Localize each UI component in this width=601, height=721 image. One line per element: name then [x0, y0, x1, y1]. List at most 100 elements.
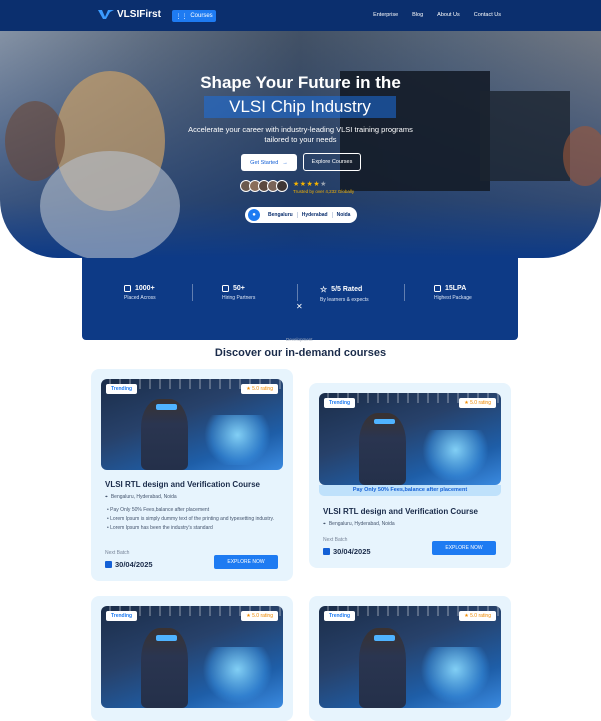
arrow-right-icon: →: [282, 159, 288, 166]
nav-link-enterprise[interactable]: Enterprise: [373, 12, 398, 18]
rating-stars: ★★★★★: [293, 180, 327, 188]
next-batch-label: Next Batch: [323, 537, 348, 543]
calendar-icon: [105, 561, 112, 568]
stat-value: 50+: [233, 285, 245, 292]
course-card[interactable]: Trending ★ 5.0 rating: [309, 596, 511, 721]
get-started-label: Get Started: [250, 159, 279, 166]
rating-text: 5.0 rating: [252, 613, 273, 619]
course-bullets: Pay Only 50% Fees,balance after placemen…: [107, 506, 277, 533]
rating-text: 5.0 rating: [470, 613, 491, 619]
next-batch-label: Next Batch: [105, 550, 130, 556]
location-bengaluru[interactable]: Bengaluru: [264, 212, 298, 218]
tools-icon: ✕: [296, 302, 303, 311]
rating-text: 5.0 rating: [252, 386, 273, 392]
hero-title-highlight: VLSI Chip Industry: [204, 96, 396, 118]
divider: [404, 284, 405, 301]
course-image: Trending ★ 5.0 rating: [101, 379, 283, 470]
location-pin-icon: ⌖: [323, 521, 326, 527]
rating-badge: ★ 5.0 rating: [459, 611, 496, 621]
rating-badge: ★ 5.0 rating: [241, 384, 278, 394]
nav-link-blog[interactable]: Blog: [412, 12, 423, 18]
explore-now-button[interactable]: EXPLORE NOW: [432, 541, 496, 555]
learner-avatars: [240, 180, 288, 192]
course-image: Trending ★ 5.0 rating: [101, 606, 283, 708]
course-card[interactable]: Trending ★ 5.0 rating Pay Only 50% Fees,…: [309, 383, 511, 568]
promo-banner: Pay Only 50% Fees,balance after placemen…: [319, 485, 501, 496]
get-started-button[interactable]: Get Started →: [241, 154, 297, 171]
stat-package: 15LPA Highest Package: [434, 285, 472, 301]
stat-value: 15LPA: [445, 285, 467, 292]
next-batch-date-text: 30/04/2025: [333, 547, 371, 556]
calendar-icon: [323, 548, 330, 555]
trusted-text: Trusted by over 4,232 Globally: [293, 189, 355, 194]
briefcase-icon: [124, 285, 131, 292]
vr-visor: [373, 418, 396, 425]
location-pin-icon: ⌖: [105, 494, 108, 500]
course-title[interactable]: VLSI RTL design and Verification Course: [323, 507, 478, 516]
hero-section: Shape Your Future in the VLSI Chip Indus…: [0, 31, 601, 258]
course-title[interactable]: VLSI RTL design and Verification Course: [105, 480, 260, 489]
course-locations: ⌖ Bengaluru, Hyderabad, Noida: [105, 494, 177, 500]
next-batch-date-text: 30/04/2025: [115, 560, 153, 569]
hologram-machine: [419, 646, 492, 703]
rating-text: 5.0 rating: [470, 400, 491, 406]
course-locations: ⌖ Bengaluru, Hyderabad, Noida: [323, 521, 395, 527]
handshake-icon: [222, 285, 229, 292]
courses-section-title: Discover our in-demand courses: [214, 347, 387, 359]
hologram-machine: [419, 429, 492, 481]
vr-visor: [155, 634, 178, 641]
logo[interactable]: VLSIFirst: [98, 9, 161, 20]
star-icon: ★★★★: [293, 181, 321, 188]
rating-badge: ★ 5.0 rating: [459, 398, 496, 408]
nav-link-about[interactable]: About Us: [437, 12, 460, 18]
course-card[interactable]: Trending ★ 5.0 rating: [91, 596, 293, 721]
course-locations-text: Bengaluru, Hyderabad, Noida: [328, 521, 395, 527]
location-hyderabad[interactable]: Hyderabad: [298, 212, 333, 218]
rating-badge: ★ 5.0 rating: [241, 611, 278, 621]
next-batch-date: 30/04/2025: [105, 560, 153, 569]
stat-label: Hiring Partners: [222, 295, 256, 301]
trending-badge: Trending: [106, 611, 138, 621]
top-navbar: VLSIFirst ⋮⋮ Courses Enterprise Blog Abo…: [0, 0, 601, 31]
course-card[interactable]: Trending ★ 5.0 rating VLSI RTL design an…: [91, 369, 293, 581]
nav-links: Enterprise Blog About Us Contact Us: [373, 12, 501, 18]
logo-text: VLSIFirst: [117, 9, 161, 20]
hologram-machine: [201, 415, 274, 466]
vr-visor: [155, 404, 178, 410]
trending-badge: Trending: [106, 384, 138, 394]
hologram-machine: [201, 646, 274, 703]
stat-rated: ☆ 5/5 Rated By learners & expects: [320, 285, 369, 303]
trending-badge: Trending: [324, 611, 356, 621]
stat-label: Highest Package: [434, 295, 472, 301]
location-noida[interactable]: Noida: [333, 212, 355, 218]
stat-label: Placed Across: [124, 295, 156, 301]
logo-icon: [98, 10, 114, 19]
divider: [297, 284, 298, 301]
stat-label: By learners & expects: [320, 297, 369, 303]
star-icon: ☆: [320, 285, 328, 294]
nav-link-contact[interactable]: Contact Us: [474, 12, 501, 18]
course-image: Trending ★ 5.0 rating: [319, 606, 501, 708]
course-image: Trending ★ 5.0 rating: [319, 393, 501, 485]
money-icon: [434, 285, 441, 292]
course-locations-text: Bengaluru, Hyderabad, Noida: [110, 494, 177, 500]
explore-courses-button[interactable]: Explore Courses: [303, 153, 361, 171]
grid-icon: ⋮⋮: [175, 13, 188, 20]
explore-now-button[interactable]: EXPLORE NOW: [214, 555, 278, 569]
courses-button[interactable]: ⋮⋮ Courses: [172, 10, 216, 22]
hero-subtitle: Accelerate your career with industry-lea…: [188, 125, 413, 144]
courses-button-label: Courses: [190, 13, 213, 19]
corner-text: Development: [286, 337, 313, 342]
trending-badge: Trending: [324, 398, 356, 408]
stat-value: 5/5 Rated: [331, 286, 363, 293]
divider: [192, 284, 193, 301]
stat-partners: 50+ Hiring Partners: [222, 285, 255, 301]
stat-value: 1000+: [135, 285, 155, 292]
location-pin-icon: ●: [248, 209, 260, 221]
locations-pill: ● Bengaluru Hyderabad Noida: [245, 207, 357, 223]
stat-placed: 1000+ Placed Across: [124, 285, 156, 301]
hero-title: Shape Your Future in the: [200, 73, 401, 92]
star-empty-icon: ★: [320, 181, 327, 188]
bullet-item: Pay Only 50% Fees,balance after placemen…: [107, 506, 277, 515]
bullet-item: Lorem Ipsum is simply dummy text of the …: [107, 515, 277, 524]
